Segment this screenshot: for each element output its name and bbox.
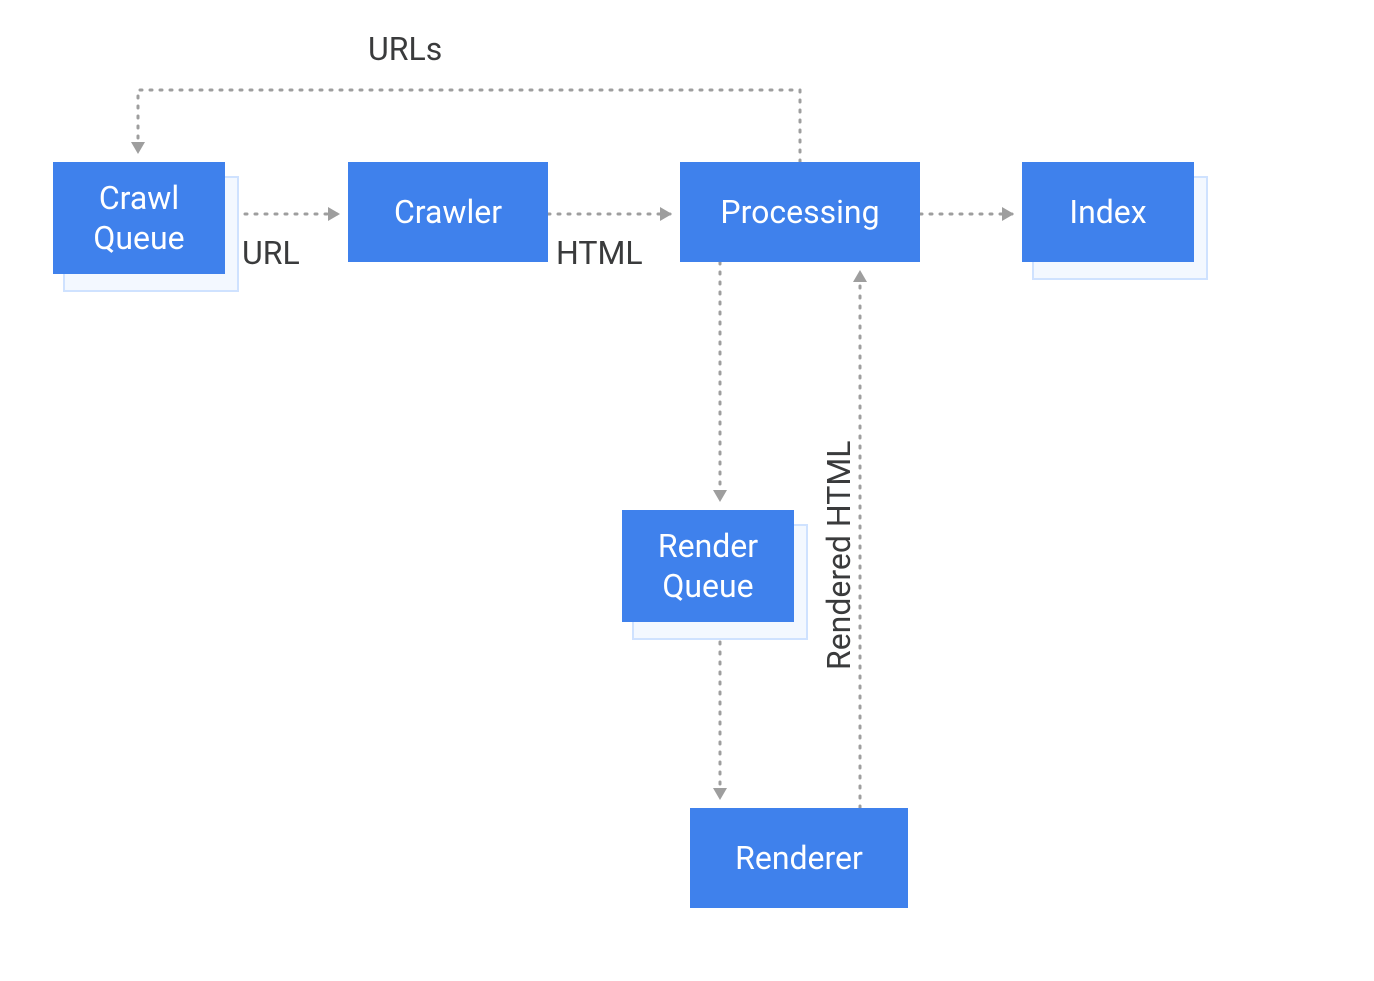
node-renderer: Renderer: [690, 808, 908, 908]
diagram-canvas: { "nodes": { "crawl_queue": { "label": "…: [0, 0, 1374, 981]
arrowhead-processing-to-index: [1002, 207, 1014, 221]
edge-label-html: HTML: [556, 234, 643, 272]
edge-label-urls: URLs: [368, 30, 442, 68]
arrow-layer: [0, 0, 1374, 981]
node-processing: Processing: [680, 162, 920, 262]
edge-label-url: URL: [242, 234, 300, 272]
node-crawl-queue: Crawl Queue: [53, 162, 225, 274]
edge-label-rendered-html: Rendered HTML: [820, 440, 858, 670]
node-render-queue: Render Queue: [622, 510, 794, 622]
node-crawler: Crawler: [348, 162, 548, 262]
node-index: Index: [1022, 162, 1194, 262]
arrowhead-processing-to-crawlqueue: [131, 142, 145, 154]
arrowhead-crawler-to-processing: [660, 207, 672, 221]
arrowhead-renderer-to-processing: [853, 270, 867, 282]
arrowhead-crawlqueue-to-crawler: [328, 207, 340, 221]
arrowhead-renderqueue-to-renderer: [713, 788, 727, 800]
arrow-processing-to-crawlqueue: [138, 90, 800, 162]
arrowhead-processing-to-renderqueue: [713, 490, 727, 502]
